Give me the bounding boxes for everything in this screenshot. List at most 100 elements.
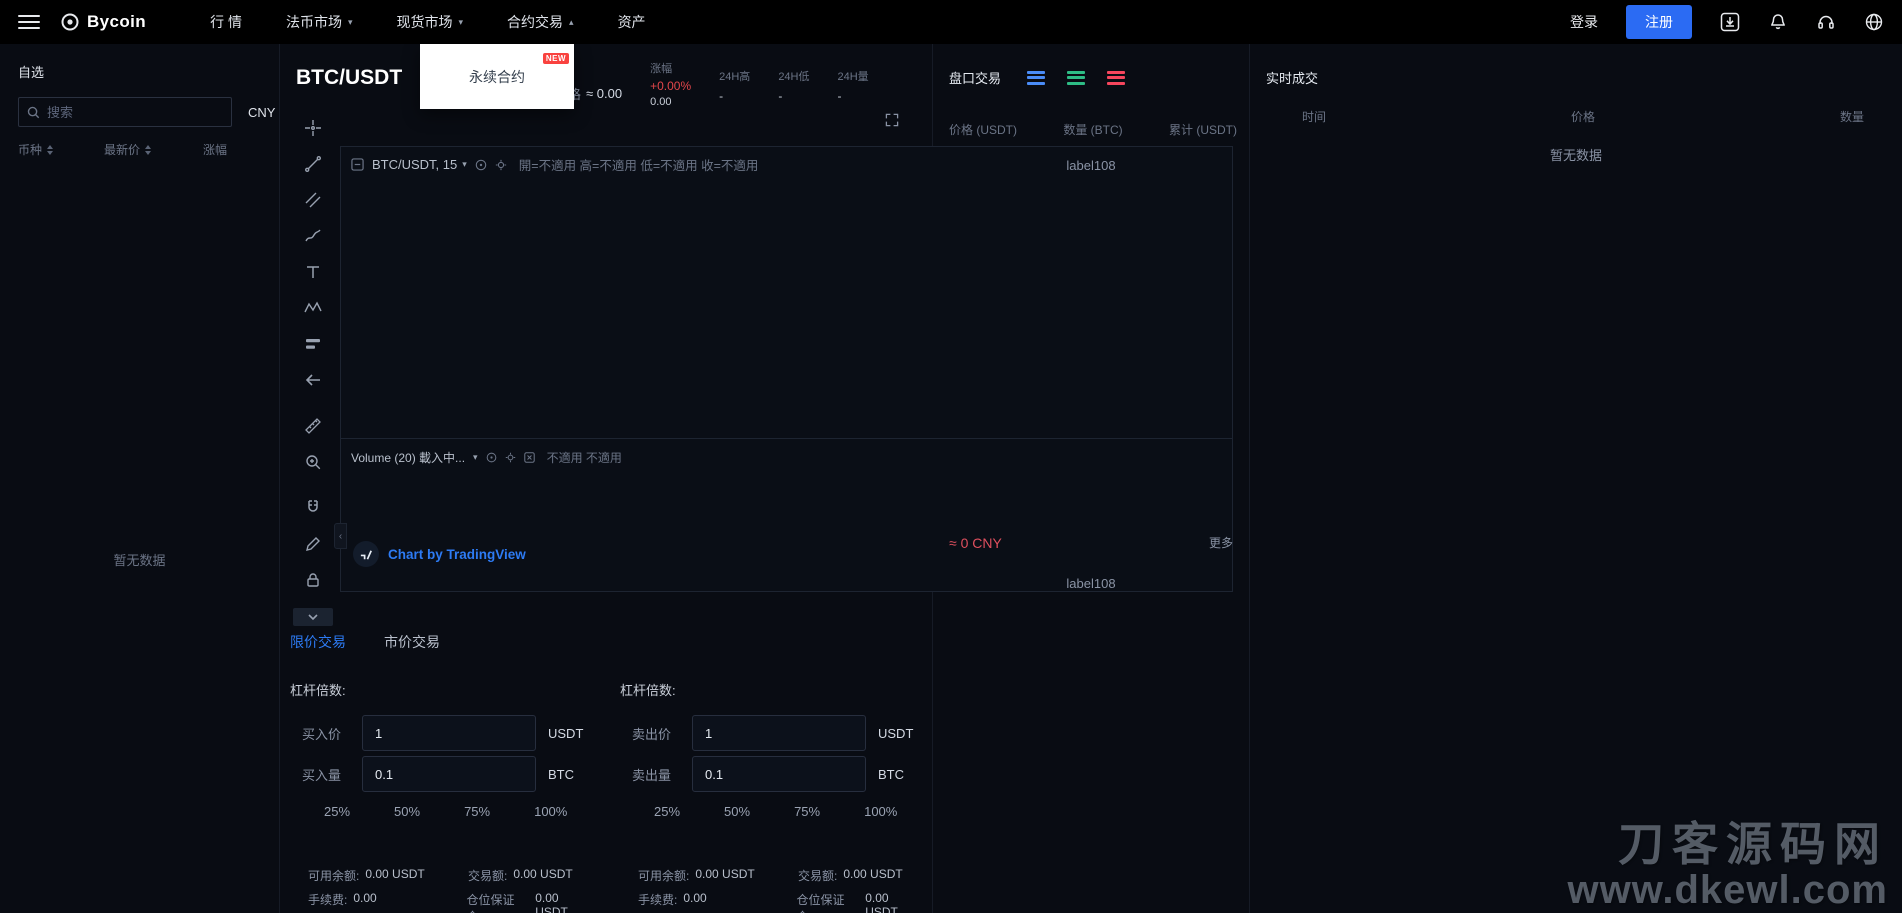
main-panel: BTC/USDT 格 ≈ 0.00 涨幅 +0.00% 0.00 24H高 - 24…: [280, 44, 1233, 913]
xabcd-pattern-tool-icon[interactable]: [295, 290, 331, 326]
trendline-tool-icon[interactable]: [295, 146, 331, 182]
chevron-down-icon: ▾: [462, 159, 467, 169]
buy-price-input[interactable]: [363, 725, 535, 741]
nav-item-spot[interactable]: 现货市场 ▾: [397, 12, 464, 32]
panel-collapse-icon[interactable]: ‹: [334, 523, 347, 549]
orderbook-column-headers: 价格 (USDT) 数量 (BTC) 累计 (USDT): [933, 121, 1249, 138]
toolbar-expand-icon[interactable]: [293, 608, 333, 626]
content-area: 自选 CNY 币种 最新价 涨幅 暂无数据 BTC/USDT 格≈ 0.00 涨…: [0, 44, 1902, 913]
contract-dropdown-menu: 永续合约 NEW: [420, 44, 574, 109]
percent-100-button[interactable]: 100%: [864, 804, 897, 819]
trade-forms: 杠杆倍数: 买入价 USDT 买入量 BTC 25% 50% 75% 100%: [280, 672, 932, 913]
tab-market-order[interactable]: 市价交易: [384, 632, 440, 652]
hamburger-menu-icon[interactable]: [18, 15, 40, 29]
menu-item-perpetual[interactable]: 永续合约 NEW: [443, 52, 569, 97]
sell-price-unit: USDT: [878, 725, 914, 741]
orderbook-view-asks-icon[interactable]: [1107, 70, 1126, 85]
buy-amount-input[interactable]: [363, 766, 535, 782]
sell-amount-input[interactable]: [693, 766, 865, 782]
tradingview-attribution[interactable]: Chart by TradingView: [353, 541, 526, 567]
sell-form: 杠杆倍数: 卖出价 USDT 卖出量 BTC 25% 50% 75% 100%: [618, 672, 924, 913]
orderbook-title: 盘口交易: [949, 71, 1002, 86]
orderbook-panel: 盘口交易 价格 (USDT) 数量 (BTC) 累计 (USDT) label1…: [933, 44, 1249, 913]
sell-price-row: 卖出价 USDT: [618, 715, 924, 751]
headset-icon[interactable]: [1816, 12, 1836, 32]
more-link[interactable]: 更多: [1209, 534, 1233, 551]
search-icon: [27, 106, 40, 119]
percent-50-button[interactable]: 50%: [724, 804, 750, 819]
chevron-up-icon: ▴: [569, 16, 574, 27]
orderbook-view-toggles: [1027, 70, 1126, 85]
register-button[interactable]: 注册: [1626, 5, 1692, 39]
chevron-down-icon: ▾: [473, 452, 478, 462]
col-symbol: 币种: [18, 143, 43, 157]
sort-icon[interactable]: [47, 144, 54, 155]
sell-amount-unit: BTC: [878, 766, 904, 782]
orderbook-header: 盘口交易: [933, 44, 1249, 87]
buy-price-unit: USDT: [548, 725, 584, 741]
nav-item-assets[interactable]: 资产: [618, 12, 646, 32]
parallel-channel-tool-icon[interactable]: [295, 182, 331, 218]
edit-tool-icon[interactable]: [295, 526, 331, 562]
percent-50-button[interactable]: 50%: [394, 804, 420, 819]
brush-tool-icon[interactable]: [295, 218, 331, 254]
ruler-tool-icon[interactable]: [295, 408, 331, 444]
buy-price-row: 买入价 USDT: [288, 715, 594, 751]
magnet-tool-icon[interactable]: [295, 490, 331, 526]
back-arrow-tool-icon[interactable]: [295, 362, 331, 398]
tab-limit-order[interactable]: 限价交易: [290, 632, 346, 652]
login-link[interactable]: 登录: [1570, 12, 1598, 32]
nav-item-market[interactable]: 行 情: [210, 12, 242, 32]
download-icon[interactable]: [1720, 12, 1740, 32]
search-input[interactable]: [47, 104, 223, 120]
tradingview-logo-icon: [353, 541, 379, 567]
chevron-down-icon: ▾: [347, 16, 353, 27]
settings-icon[interactable]: [505, 452, 516, 463]
bell-icon[interactable]: [1768, 12, 1788, 32]
percent-75-button[interactable]: 75%: [794, 804, 820, 819]
eye-icon[interactable]: [475, 159, 487, 171]
text-tool-icon[interactable]: [295, 254, 331, 290]
sell-price-label: 卖出价: [632, 726, 672, 742]
trades-header: 实时成交: [1250, 44, 1902, 88]
search-box[interactable]: [18, 97, 232, 127]
sell-percent-row: 25% 50% 75% 100%: [618, 804, 924, 819]
nav-item-fiat[interactable]: 法币市场 ▾: [286, 12, 353, 32]
orderbook-view-all-icon[interactable]: [1027, 70, 1046, 85]
zoom-in-tool-icon[interactable]: [295, 444, 331, 480]
col-price: 最新价: [104, 143, 141, 157]
percent-100-button[interactable]: 100%: [534, 804, 567, 819]
buy-fee-row: 手续费:0.00 仓位保证金:0.00 USDT: [308, 891, 568, 913]
percent-75-button[interactable]: 75%: [464, 804, 490, 819]
asks-placeholder: label108: [1066, 158, 1116, 173]
eye-icon[interactable]: [486, 452, 497, 463]
crosshair-tool-icon[interactable]: [295, 110, 331, 146]
trade-tabs: 限价交易 市价交易: [290, 632, 440, 652]
navbar-right: 登录 注册: [1570, 5, 1884, 39]
sell-balance-row: 可用余额: 0.00 USDT 交易额: 0.00 USDT: [638, 867, 903, 883]
main-nav: 行 情 法币市场 ▾ 现货市场 ▾ 合约交易 ▴ 资产: [210, 12, 645, 32]
settings-icon[interactable]: [495, 159, 507, 171]
currency-selector[interactable]: CNY: [248, 105, 275, 120]
position-tool-icon[interactable]: [295, 326, 331, 362]
percent-25-button[interactable]: 25%: [324, 804, 350, 819]
sell-price-input[interactable]: [693, 725, 865, 741]
col-amount: 数量 (BTC): [1063, 123, 1123, 137]
percent-25-button[interactable]: 25%: [654, 804, 680, 819]
logo[interactable]: Bycoin: [60, 12, 146, 32]
close-icon[interactable]: [523, 452, 535, 463]
symbol-interval-selector[interactable]: BTC/USDT, 15 ▾: [372, 157, 467, 172]
volume-study-label[interactable]: Volume (20) 載入中...: [351, 449, 465, 466]
watchlist-empty-text: 暂无数据: [113, 553, 166, 568]
nav-item-contract[interactable]: 合约交易 ▴: [507, 12, 574, 32]
globe-icon[interactable]: [1864, 12, 1884, 32]
lock-tool-icon[interactable]: [295, 562, 331, 598]
low-stat: 24H低 -: [778, 71, 810, 103]
sell-fee-row: 手续费:0.00 仓位保证金:0.00 USDT: [638, 891, 898, 913]
tradingview-attribution-text: Chart by TradingView: [388, 546, 526, 562]
orderbook-view-bids-icon[interactable]: [1067, 70, 1086, 85]
fullscreen-icon[interactable]: [884, 112, 900, 128]
sort-icon[interactable]: [145, 144, 152, 155]
col-total: 累计 (USDT): [1169, 123, 1237, 137]
legend-collapse-icon[interactable]: [351, 158, 364, 171]
